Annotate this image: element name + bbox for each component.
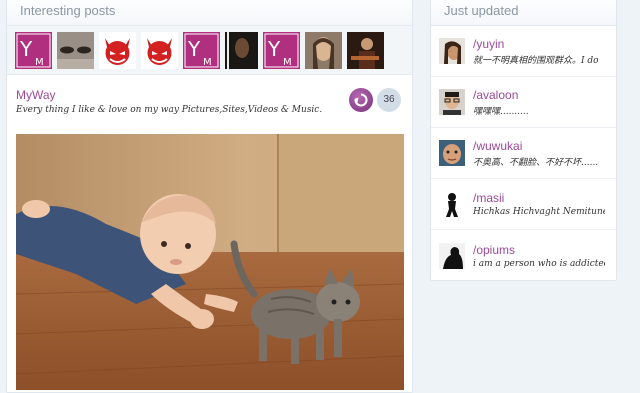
user-description: Hichkas Hichvaght Nemitune [473, 207, 605, 217]
reblog-count-badge: 36 [377, 88, 401, 112]
dark-figure-avatar[interactable] [439, 242, 465, 269]
user-name[interactable]: /avaloon [473, 88, 605, 102]
svg-text:M: M [283, 57, 292, 68]
thumbnail-strip: YM YM YM [7, 26, 412, 75]
dark-portrait-thumb[interactable] [225, 32, 258, 69]
woman-portrait-thumb[interactable] [305, 32, 342, 69]
just-updated-panel: Just updated /yuyin 就一不明真相的围观群众。I do /av… [430, 0, 617, 281]
user-row-avaloon[interactable]: /avaloon 嘿嘿嘿.......... [431, 77, 616, 128]
svg-text:Y: Y [187, 37, 201, 61]
user-description: 嘿嘿嘿.......... [473, 106, 529, 117]
reblog-icon [354, 93, 368, 107]
user-description: i am a person who is addicted [473, 258, 605, 269]
user-name[interactable]: /opiums [473, 243, 605, 257]
svg-text:Y: Y [19, 37, 33, 61]
man-glasses-avatar[interactable] [439, 89, 465, 115]
user-name[interactable]: /yuyin [473, 37, 605, 51]
user-row-opiums[interactable]: /opiums i am a person who is addicted [431, 230, 616, 281]
svg-text:M: M [203, 57, 212, 68]
myway-logo-thumb[interactable]: YM [15, 32, 52, 69]
user-row-masii[interactable]: /masii Hichkas Hichvaght Nemitune [431, 179, 616, 230]
interesting-posts-panel: Interesting posts YM YM YM MyWay Every t… [6, 0, 413, 393]
svg-text:Y: Y [267, 37, 281, 61]
devil-face-thumb[interactable] [99, 32, 136, 69]
guitarist-photo-thumb[interactable] [347, 32, 384, 69]
user-row-wuwukai[interactable]: /wuwukai 不奥高、不翻脸、不好不坏...... [431, 128, 616, 179]
user-name[interactable]: /wuwukai [473, 139, 605, 153]
user-name[interactable]: /masii [473, 191, 605, 205]
man-face-avatar[interactable] [439, 140, 465, 166]
interesting-posts-heading: Interesting posts [7, 0, 412, 26]
silhouette-avatar[interactable] [439, 191, 465, 217]
user-description: 不奥高、不翻脸、不好不坏...... [473, 157, 599, 168]
myway-logo-thumb[interactable]: YM [263, 32, 300, 69]
post-header: MyWay Every thing I like & love on my wa… [7, 75, 412, 133]
baby-and-kitten-photo[interactable] [16, 134, 404, 390]
woman-avatar[interactable] [439, 38, 465, 64]
devil-face-thumb[interactable] [141, 32, 178, 69]
user-row-yuyin[interactable]: /yuyin 就一不明真相的围观群众。I do [431, 26, 616, 77]
myway-logo-thumb[interactable]: YM [183, 32, 220, 69]
svg-text:M: M [35, 57, 44, 68]
reblog-button[interactable] [349, 88, 373, 112]
just-updated-heading: Just updated [431, 0, 616, 26]
user-description: 就一不明真相的围观群众。I do [473, 55, 599, 66]
eyes-photo-thumb[interactable] [57, 32, 94, 69]
